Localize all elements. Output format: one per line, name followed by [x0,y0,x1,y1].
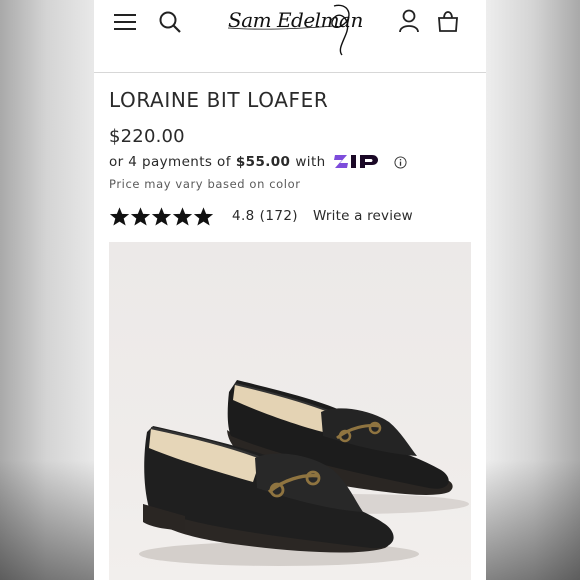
star-icon [151,206,172,226]
site-header: Sam Edelman [94,0,486,73]
star-icon [193,206,214,226]
star-icon [172,206,193,226]
product-page: Sam Edelman LORAINE BIT LOAFER $220.00 o… [94,0,486,580]
zip-logo-mark [333,155,378,168]
shopping-bag-icon[interactable] [437,9,459,33]
star-rating [109,206,214,227]
brand-logo-text: Sam Edelman [228,8,363,32]
search-icon[interactable] [158,10,182,34]
product-image[interactable] [109,242,471,580]
hamburger-menu-icon[interactable] [113,12,137,32]
star-icon [130,206,151,226]
loafer-illustration [139,380,469,566]
installment-amount: $55.00 [235,154,291,170]
product-price: $220.00 [109,126,185,147]
write-review-link[interactable]: Write a review [313,208,413,224]
product-title: LORAINE BIT LOAFER [109,88,329,112]
installment-prefix: or 4 payments of [109,154,231,170]
zip-logo[interactable]: zip [333,153,386,171]
installment-offer: or 4 payments of $55.00 with zip [109,153,407,171]
review-count[interactable]: (172) [260,208,298,224]
rating-row: 4.8 (172) Write a review [109,204,413,228]
star-icon [109,206,130,226]
rating-value: 4.8 [232,208,255,224]
account-icon[interactable] [398,9,420,33]
info-icon[interactable] [394,155,407,169]
installment-suffix: with [295,154,326,170]
price-note: Price may vary based on color [109,177,301,191]
